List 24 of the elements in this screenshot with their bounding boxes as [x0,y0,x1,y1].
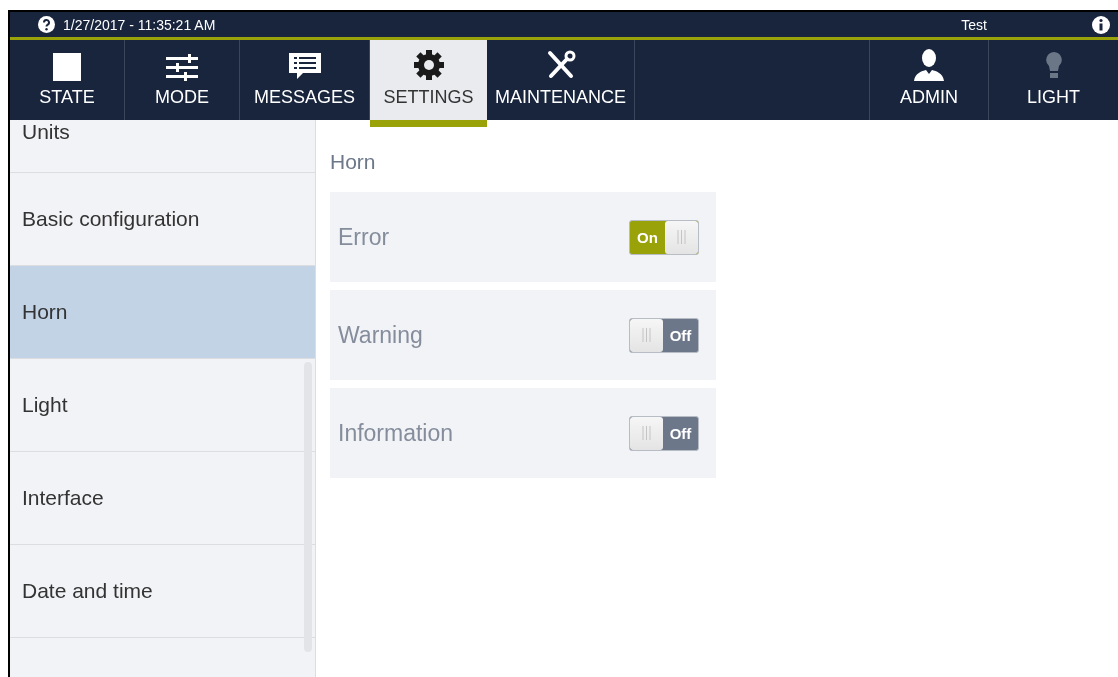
square-icon [53,53,81,81]
sidebar-item[interactable]: Units [10,120,315,173]
help-icon[interactable] [38,16,55,33]
section-title: Horn [330,150,377,174]
light-button[interactable]: LIGHT [988,40,1118,120]
nav-tab[interactable]: MAINTENANCE [487,40,635,120]
toggle-switch[interactable]: Off [629,415,699,451]
date-time-text: 1/27/2017 - 11:35:21 AM [63,16,216,33]
toggle-switch[interactable]: Off [629,317,699,353]
bulb-icon [1044,51,1063,81]
grip-icon [677,230,686,244]
setting-label: Warning [338,321,423,349]
grip-icon [642,328,651,342]
user-name-text: Test [961,16,987,33]
user-icon [912,47,946,81]
sliders-icon [164,53,200,81]
setting-label: Information [338,419,454,447]
sidebar-item[interactable]: Horn [10,266,315,359]
setting-label: Error [338,223,390,251]
user-button[interactable]: ADMIN [870,40,988,120]
gear-icon [412,49,445,81]
message-icon [286,51,323,81]
info-icon[interactable] [1092,15,1110,34]
grip-icon [642,426,651,440]
